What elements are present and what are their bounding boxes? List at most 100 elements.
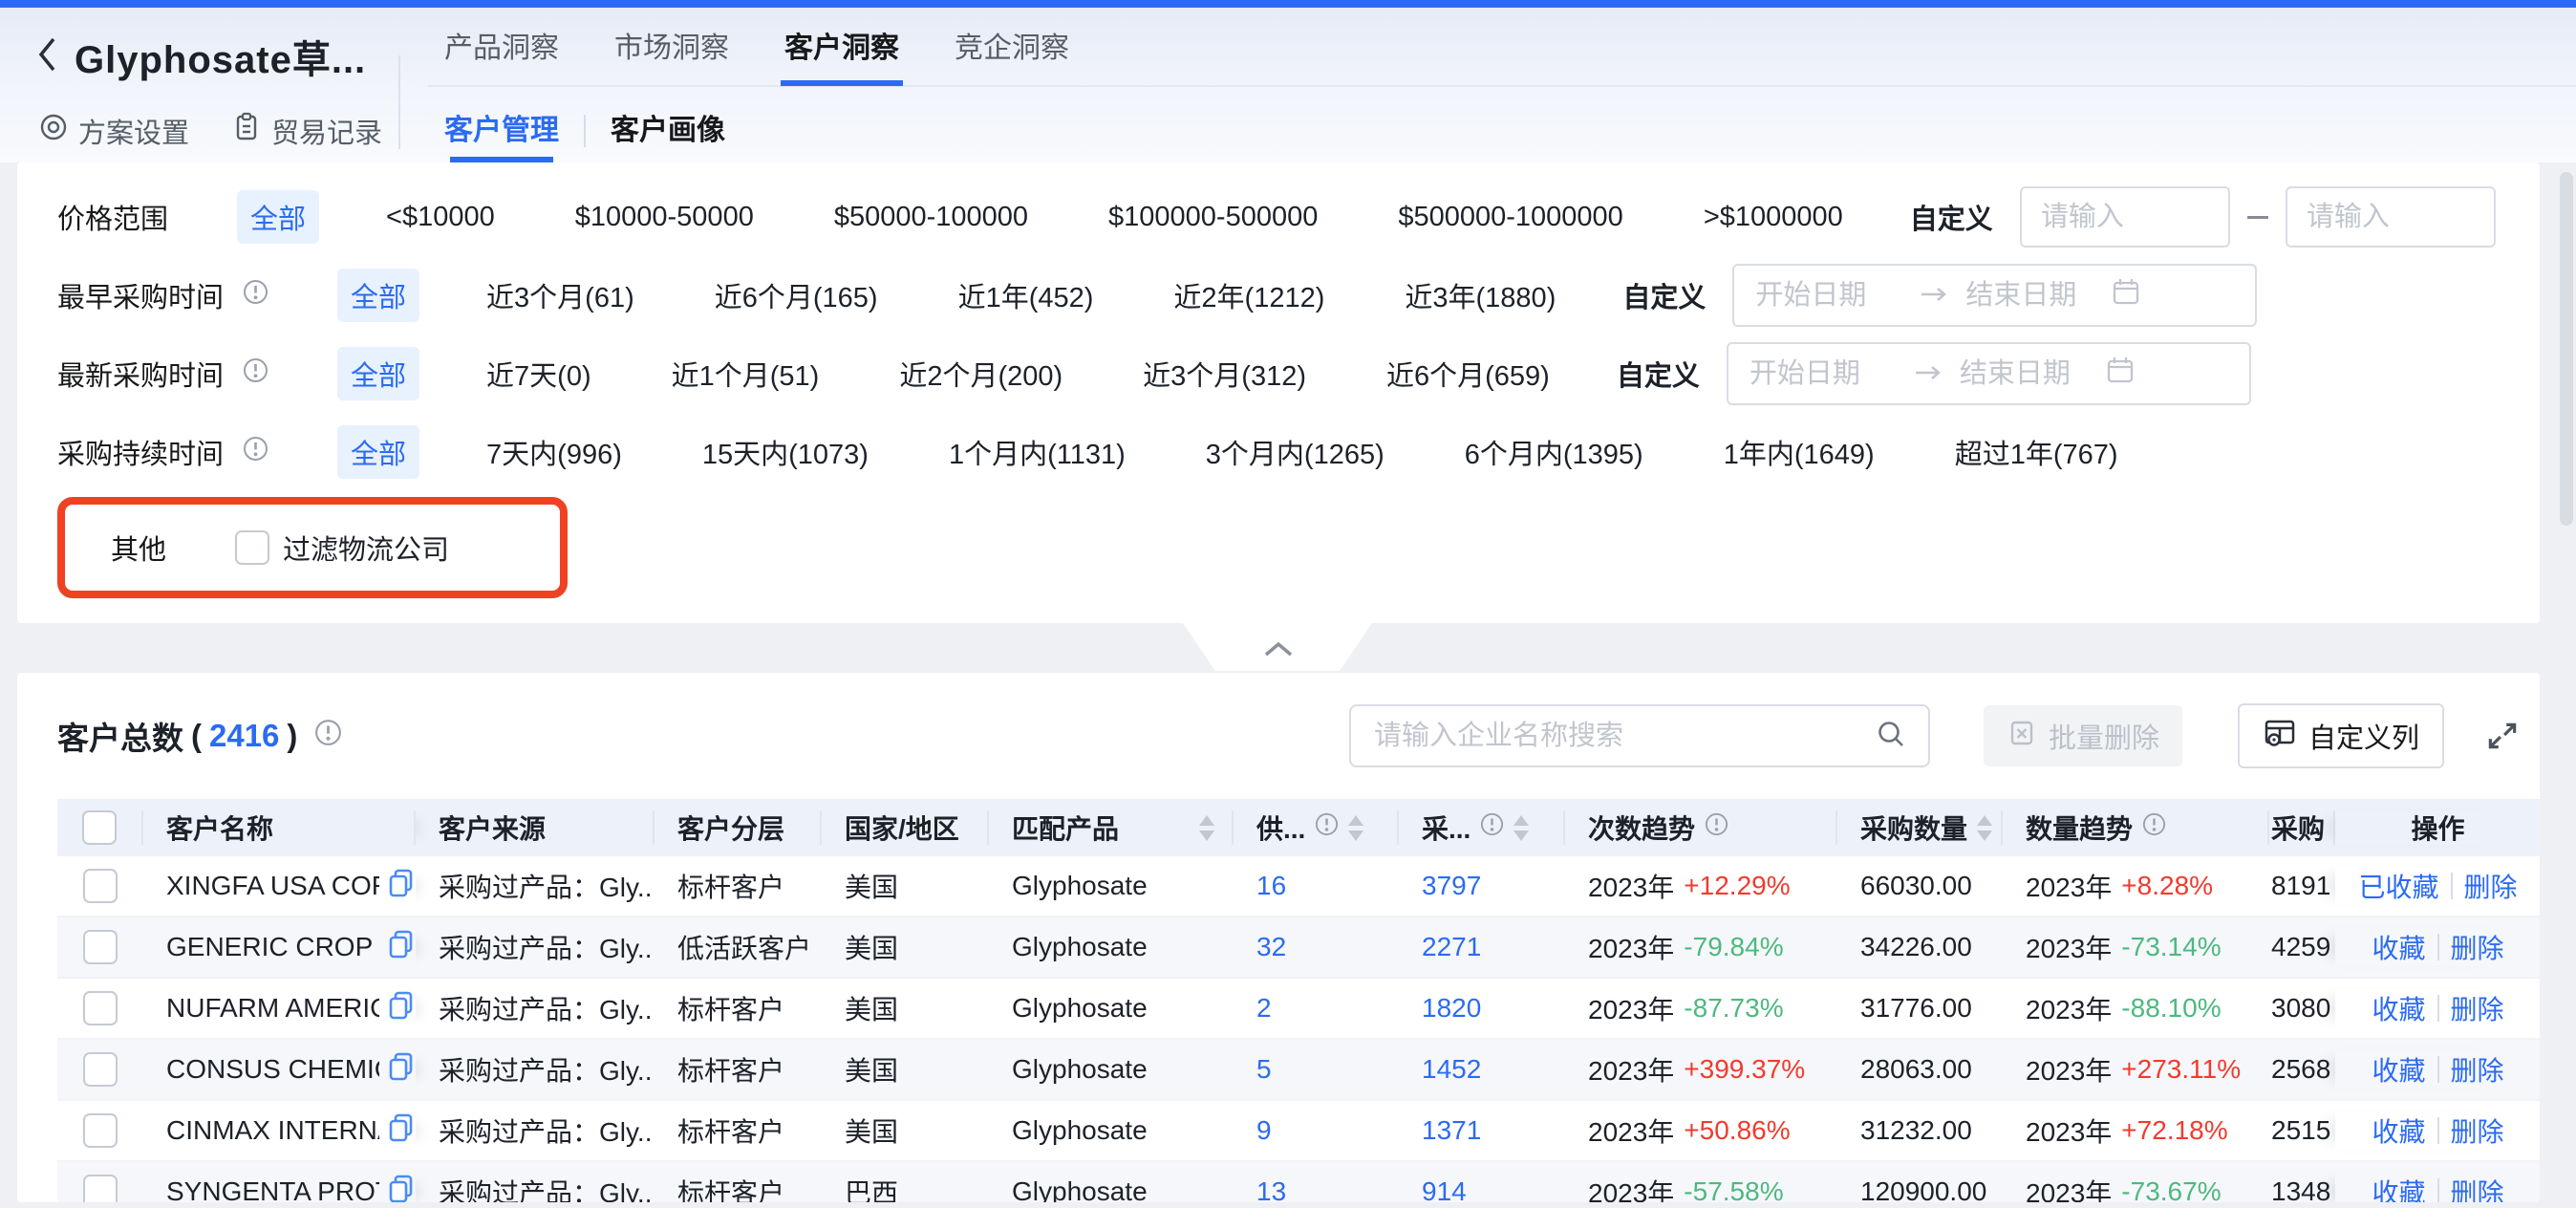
sort-icon[interactable] (1348, 815, 1363, 841)
duration-option[interactable]: 超过1年(767) (1942, 425, 2132, 479)
records-count-link[interactable]: 2271 (1422, 932, 1481, 962)
search-icon[interactable] (1875, 718, 1907, 755)
info-icon[interactable] (243, 357, 268, 391)
info-icon[interactable] (314, 718, 342, 754)
suppliers-count-link[interactable]: 5 (1256, 1054, 1272, 1085)
copy-icon[interactable] (387, 1051, 416, 1089)
row-checkbox[interactable] (83, 1175, 118, 1202)
suppliers-count-link[interactable]: 32 (1256, 932, 1286, 962)
info-icon[interactable] (1315, 812, 1339, 843)
main-tab[interactable]: 市场洞察 (614, 31, 729, 67)
info-icon[interactable] (243, 436, 268, 469)
records-count-link[interactable]: 914 (1422, 1176, 1467, 1202)
copy-icon[interactable] (387, 1112, 416, 1150)
duration-option[interactable]: 3个月内(1265) (1192, 425, 1398, 479)
latest-date-range-picker[interactable] (1727, 342, 2251, 405)
delete-link[interactable]: 删除 (2464, 867, 2518, 905)
trade-records-button[interactable]: 贸易记录 (231, 111, 382, 151)
earliest-option[interactable]: 近3年(1880) (1391, 269, 1569, 322)
latest-option[interactable]: 近3个月(312) (1129, 347, 1320, 400)
price-option[interactable]: $100000-500000 (1095, 195, 1331, 240)
price-min-input[interactable] (2020, 186, 2230, 248)
delete-link[interactable]: 删除 (2451, 1050, 2504, 1089)
sort-icon[interactable] (1977, 815, 1992, 841)
company-search-box[interactable] (1349, 704, 1930, 767)
delete-link[interactable]: 删除 (2451, 928, 2504, 966)
delete-link[interactable]: 删除 (2451, 1173, 2504, 1202)
row-checkbox[interactable] (83, 930, 118, 964)
back-title[interactable]: Glyphosate草... (34, 29, 366, 84)
earliest-option[interactable]: 近6个月(165) (701, 269, 891, 322)
favorite-link[interactable]: 收藏 (2372, 1050, 2425, 1089)
info-icon[interactable] (1705, 812, 1728, 843)
fullscreen-expand-icon[interactable] (2484, 718, 2521, 754)
favorite-link[interactable]: 收藏 (2372, 1111, 2425, 1150)
customer-count[interactable]: 2416 (209, 718, 279, 754)
select-all-checkbox[interactable] (82, 810, 117, 845)
records-count-link[interactable]: 1452 (1422, 1054, 1481, 1085)
duration-option[interactable]: 1个月内(1131) (935, 425, 1139, 479)
earliest-date-range-picker[interactable] (1732, 264, 2257, 327)
latest-option[interactable]: 近7天(0) (473, 347, 605, 400)
info-icon[interactable] (2142, 812, 2166, 843)
collapse-chevron-icon[interactable] (1260, 639, 1297, 663)
sort-icon[interactable] (1513, 815, 1529, 841)
earliest-end-date-input[interactable] (1964, 279, 2111, 313)
copy-icon[interactable] (387, 1174, 416, 1203)
favorite-link[interactable]: 收藏 (2372, 928, 2425, 966)
suppliers-count-link[interactable]: 2 (1256, 993, 1272, 1024)
row-checkbox[interactable] (83, 869, 118, 903)
company-search-input[interactable] (1372, 720, 1875, 753)
price-option[interactable]: $500000-1000000 (1385, 195, 1636, 240)
main-tab[interactable]: 客户洞察 (784, 31, 899, 67)
records-count-link[interactable]: 3797 (1422, 871, 1481, 901)
filter-logistics-label[interactable]: 过滤物流公司 (283, 528, 449, 568)
batch-delete-button[interactable]: 批量删除 (1984, 705, 2182, 766)
latest-option[interactable]: 近1个月(51) (658, 347, 833, 400)
back-chevron-icon[interactable] (34, 32, 59, 81)
records-count-link[interactable]: 1371 (1422, 1115, 1481, 1146)
row-checkbox[interactable] (83, 1113, 118, 1148)
suppliers-count-link[interactable]: 13 (1256, 1176, 1286, 1202)
sort-icon[interactable] (1199, 815, 1214, 841)
latest-end-date-input[interactable] (1958, 357, 2105, 391)
latest-option[interactable]: 全部 (337, 347, 419, 400)
info-icon[interactable] (243, 279, 268, 313)
delete-link[interactable]: 删除 (2451, 989, 2504, 1027)
earliest-option[interactable]: 全部 (337, 269, 419, 322)
favorite-link[interactable]: 已收藏 (2358, 867, 2438, 905)
suppliers-count-link[interactable]: 16 (1256, 871, 1286, 901)
latest-option[interactable]: 近6个月(659) (1373, 347, 1563, 400)
duration-option[interactable]: 全部 (337, 425, 419, 479)
row-checkbox[interactable] (83, 1052, 118, 1087)
duration-option[interactable]: 7天内(996) (473, 425, 635, 479)
info-icon[interactable] (1480, 812, 1504, 843)
copy-icon[interactable] (387, 929, 416, 966)
earliest-start-date-input[interactable] (1753, 279, 1918, 313)
latest-start-date-input[interactable] (1748, 357, 1912, 391)
duration-option[interactable]: 6个月内(1395) (1451, 425, 1657, 479)
price-option[interactable]: $50000-100000 (821, 195, 1041, 240)
subtab-customer-management[interactable]: 客户管理 (444, 113, 559, 149)
latest-option[interactable]: 近2个月(200) (886, 347, 1076, 400)
filter-logistics-checkbox[interactable] (235, 530, 269, 565)
price-option[interactable]: <$10000 (373, 195, 508, 240)
duration-option[interactable]: 1年内(1649) (1710, 425, 1888, 479)
subtab-customer-profile[interactable]: 客户画像 (611, 113, 725, 149)
suppliers-count-link[interactable]: 9 (1256, 1115, 1272, 1146)
row-checkbox[interactable] (83, 991, 118, 1025)
favorite-link[interactable]: 收藏 (2372, 1173, 2425, 1202)
duration-option[interactable]: 15天内(1073) (689, 425, 882, 479)
price-max-input[interactable] (2286, 186, 2496, 248)
earliest-option[interactable]: 近2年(1212) (1160, 269, 1338, 322)
earliest-option[interactable]: 近3个月(61) (473, 269, 648, 322)
price-option[interactable]: 全部 (237, 190, 319, 244)
favorite-link[interactable]: 收藏 (2372, 989, 2425, 1027)
main-tab[interactable]: 产品洞察 (444, 31, 559, 67)
records-count-link[interactable]: 1820 (1422, 993, 1481, 1024)
earliest-option[interactable]: 近1年(452) (945, 269, 1107, 322)
main-tab[interactable]: 竞企洞察 (955, 31, 1069, 67)
copy-icon[interactable] (387, 990, 416, 1027)
delete-link[interactable]: 删除 (2451, 1111, 2504, 1150)
price-option[interactable]: >$1000000 (1690, 195, 1857, 240)
